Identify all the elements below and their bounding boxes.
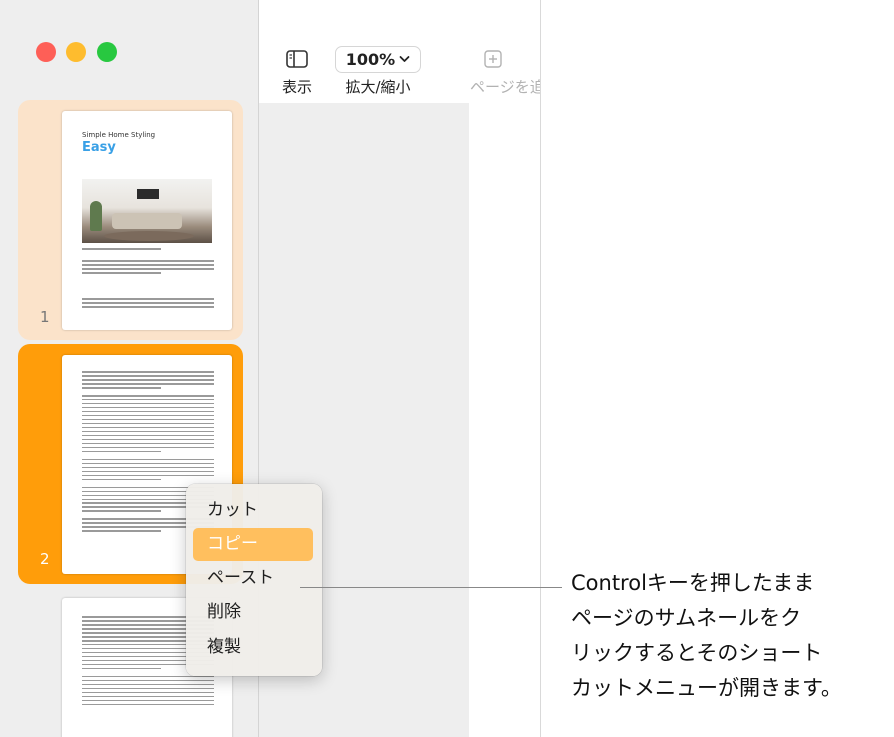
zoom-window-button[interactable] [97, 42, 117, 62]
close-window-button[interactable] [36, 42, 56, 62]
add-page-label: ページを追加 [470, 78, 540, 96]
page-number: 1 [40, 308, 50, 326]
zoom-value: 100% [345, 49, 396, 69]
page-thumbnail-1[interactable]: Simple Home Styling Easy [62, 111, 232, 330]
callout-line-3: リックするとそのショート [571, 641, 823, 665]
plus-square-icon [484, 50, 502, 68]
view-label: 表示 [281, 78, 312, 96]
body-text-block [82, 298, 214, 310]
document-subtitle: Simple Home Styling [82, 131, 156, 139]
callout-line-4: カットメニューが開きます。 [571, 676, 842, 700]
zoom-toolbar-button[interactable]: 100% 拡大/縮小 [330, 44, 426, 97]
menu-item-cut[interactable]: カット [193, 494, 313, 527]
minimize-window-button[interactable] [66, 42, 86, 62]
document-page[interactable] [469, 103, 540, 737]
photo-caption [82, 248, 214, 252]
living-room-photo [82, 179, 212, 243]
page-context-menu: カット コピー ペースト 削除 複製 [186, 484, 322, 676]
callout-leader-line [300, 587, 562, 588]
chevron-down-icon [399, 56, 410, 62]
menu-item-copy[interactable]: コピー [193, 528, 313, 561]
sidebar-view-icon [286, 50, 308, 68]
zoom-popup[interactable]: 100% [334, 45, 422, 73]
menu-item-delete[interactable]: 削除 [193, 596, 313, 629]
page-number: 2 [40, 550, 50, 568]
document-title: Easy [82, 140, 116, 155]
callout-text: Controlキーを押したまま ページのサムネールをク リックするとそのショート… [571, 566, 891, 706]
add-page-toolbar-button[interactable]: ページを追加 [470, 44, 540, 97]
menu-item-paste[interactable]: ペースト [193, 562, 313, 595]
view-toolbar-button[interactable]: 表示 [274, 44, 320, 97]
zoom-label: 拡大/縮小 [345, 78, 411, 96]
menu-item-duplicate[interactable]: 複製 [193, 631, 313, 664]
body-text-block [82, 260, 214, 276]
callout-line-1: Controlキーを押したまま [571, 571, 815, 595]
callout-line-2: ページのサムネールをク [571, 606, 802, 630]
